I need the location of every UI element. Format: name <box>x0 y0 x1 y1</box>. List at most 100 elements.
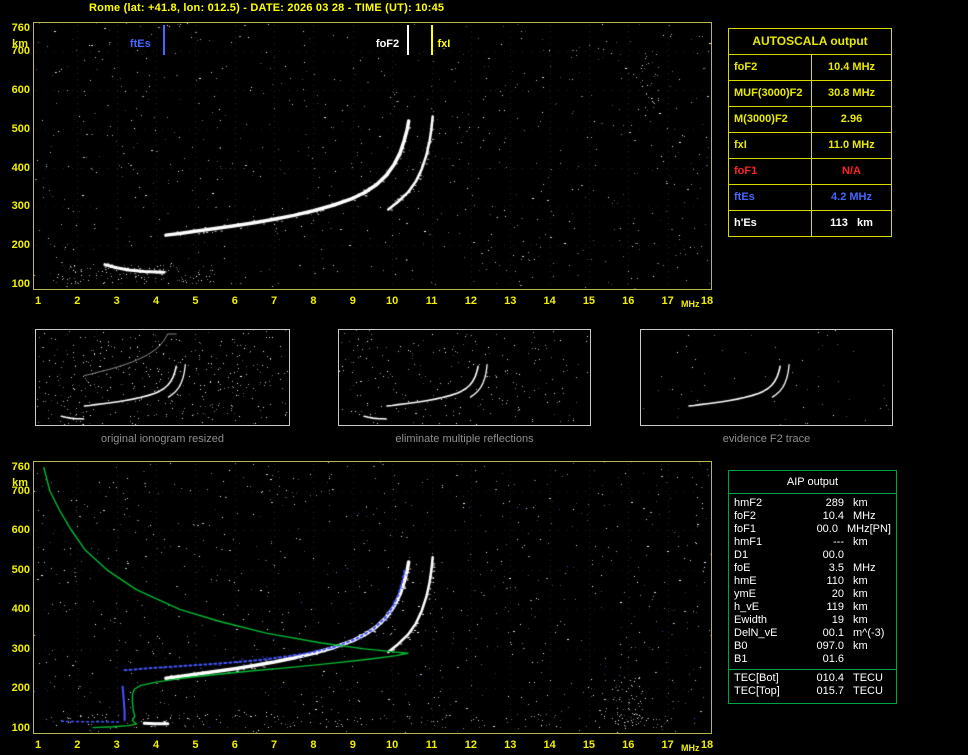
aip-row-label: B1 <box>734 653 748 665</box>
aip-row-unit: MHz <box>846 523 870 535</box>
x-tick-8: 8 <box>310 295 317 307</box>
aip-row-D1: D1 00.0 <box>729 549 896 562</box>
x-tick-5: 5 <box>192 295 199 307</box>
aip-output-table: AIP output hmF2 289 km foF2 10.4 MHz foF1 00.0 M… <box>728 470 897 704</box>
aip-row-unit: km <box>853 536 868 548</box>
aip-row-value: 01.6 <box>822 653 844 665</box>
x-tick-9: 9 <box>349 295 356 307</box>
autoscala-row-label: M(3000)F2 <box>729 107 812 132</box>
aip-row-value: 19 <box>831 614 844 626</box>
aip-row-value: 119 <box>826 601 844 613</box>
aip-row-label: D1 <box>734 549 749 561</box>
y-tick-300: 300 <box>11 642 30 655</box>
aip-row-hmF2: hmF2 289 km <box>729 497 896 510</box>
x-tick-4: 4 <box>152 739 160 751</box>
x-axis-unit: MHz <box>681 743 700 753</box>
x-tick-16: 16 <box>622 739 635 751</box>
x-axis-unit: MHz <box>681 299 700 309</box>
autoscala-row-value: 113 km <box>830 217 873 229</box>
tec-rows: TEC[Bot] 010.4 TECU TEC[Top] 015.7 TECU <box>729 672 896 698</box>
x-tick-11: 11 <box>425 739 438 751</box>
autoscala-row-label: h'Es <box>729 211 812 236</box>
aip-row-note: [PN] <box>869 523 891 535</box>
x-tick-15: 15 <box>582 295 596 307</box>
y-tick-400: 400 <box>11 161 30 174</box>
x-tick-9: 9 <box>349 739 356 751</box>
aip-row-unit: m^(-3) <box>853 627 885 639</box>
aip-row-label: B0 <box>734 640 748 652</box>
x-tick-6: 6 <box>231 739 238 751</box>
aip-row-value: 00.0 <box>816 523 838 535</box>
autoscala-row-fxI: fxI 11.0 MHz <box>729 133 891 159</box>
aip-row-unit: km <box>853 497 868 509</box>
aip-row-foE: foE 3.5 MHz <box>729 562 896 575</box>
marker-label-fxI: fxI <box>437 38 451 50</box>
aip-row-label: hmF2 <box>734 497 763 509</box>
autoscala-row-label: foF1 <box>729 159 812 184</box>
aip-table-title: AIP output <box>729 471 896 494</box>
autoscala-row-MUF(3000)F2: MUF(3000)F2 30.8 MHz <box>729 81 891 107</box>
x-tick-12: 12 <box>464 295 477 307</box>
aip-row-label: Ewidth <box>734 614 768 626</box>
x-tick-3: 3 <box>113 739 120 751</box>
tec-row-label: TEC[Bot] <box>734 672 779 684</box>
autoscala-table-title: AUTOSCALA output <box>729 29 891 55</box>
autoscala-row-value: 2.96 <box>840 113 863 125</box>
tec-row-unit: TECU <box>853 672 883 684</box>
aip-row-unit: MHz <box>853 510 876 522</box>
y-tick-200: 200 <box>11 682 30 695</box>
x-tick-13: 13 <box>504 295 517 307</box>
thumbnail-canvas-2 <box>339 330 590 425</box>
profile-canvas <box>34 462 711 733</box>
profile-panel <box>33 461 712 734</box>
aip-row-label: foE <box>734 562 751 574</box>
x-tick-17: 17 <box>661 739 674 751</box>
marker-label-foF2: foF2 <box>375 38 400 50</box>
y-tick-100: 100 <box>11 278 30 290</box>
y-axis-unit: km <box>12 477 28 489</box>
thumbnail-caption-2: eliminate multiple reflections <box>395 433 534 445</box>
y-tick-500: 500 <box>11 563 30 576</box>
autoscala-row-h'Es: h'Es 113 km <box>729 211 891 236</box>
aip-row-unit: km <box>853 614 868 626</box>
aip-row-label: DelN_vE <box>734 627 778 639</box>
ionogram-canvas <box>34 23 711 289</box>
aip-row-ymE: ymE 20 km <box>729 588 896 601</box>
aip-row-value: 10.4 <box>822 510 844 522</box>
autoscala-row-value: N/A <box>842 165 861 177</box>
x-tick-5: 5 <box>192 739 199 751</box>
thumbnail-caption-1: original ionogram resized <box>101 433 224 445</box>
x-tick-17: 17 <box>661 295 674 307</box>
thumbnail-canvas-1 <box>36 330 289 425</box>
tec-row-TEC[Top]: TEC[Top] 015.7 TECU <box>729 685 896 698</box>
tec-row-value: 015.7 <box>816 685 844 697</box>
tec-row-value: 010.4 <box>816 672 844 684</box>
aip-row-foF2: foF2 10.4 MHz <box>729 510 896 523</box>
autoscala-row-value: 11.0 MHz <box>828 139 875 151</box>
thumbnail-canvas-3 <box>641 330 892 425</box>
autoscala-row-ftEs: ftEs 4.2 MHz <box>729 185 891 211</box>
aip-row-value: 20 <box>831 588 844 600</box>
x-tick-4: 4 <box>152 295 160 307</box>
x-tick-1: 1 <box>34 739 42 751</box>
tec-row-TEC[Bot]: TEC[Bot] 010.4 TECU <box>729 672 896 685</box>
y-tick-500: 500 <box>11 122 30 135</box>
autoscala-row-label: MUF(3000)F2 <box>729 81 812 106</box>
autoscala-output-table: AUTOSCALA output foF2 10.4 MHz MUF(3000)F2… <box>728 28 892 237</box>
y-tick-600: 600 <box>11 84 30 97</box>
y-tick-760: 760 <box>11 22 30 34</box>
header-title: Rome (lat: +41.8, lon: 012.5) - DATE: 20… <box>89 2 445 14</box>
x-tick-6: 6 <box>231 295 238 307</box>
y-tick-200: 200 <box>11 239 30 252</box>
thumbnail-panel-3 <box>640 329 893 426</box>
aip-row-value: 00.1 <box>822 627 844 639</box>
aip-row-label: ymE <box>734 588 756 600</box>
aip-row-label: foF1 <box>734 523 757 535</box>
aip-row-B1: B1 01.6 <box>729 653 896 666</box>
tec-row-unit: TECU <box>853 685 883 697</box>
thumbnail-caption-3: evidence F2 trace <box>722 433 811 445</box>
autoscala-row-foF1: foF1 N/A <box>729 159 891 185</box>
marker-line-fxI <box>430 25 433 55</box>
aip-table-rows: hmF2 289 km foF2 10.4 MHz foF1 00.0 MHz [PN] hmF1-… <box>729 497 896 666</box>
aip-row-hmE: hmE 110 km <box>729 575 896 588</box>
